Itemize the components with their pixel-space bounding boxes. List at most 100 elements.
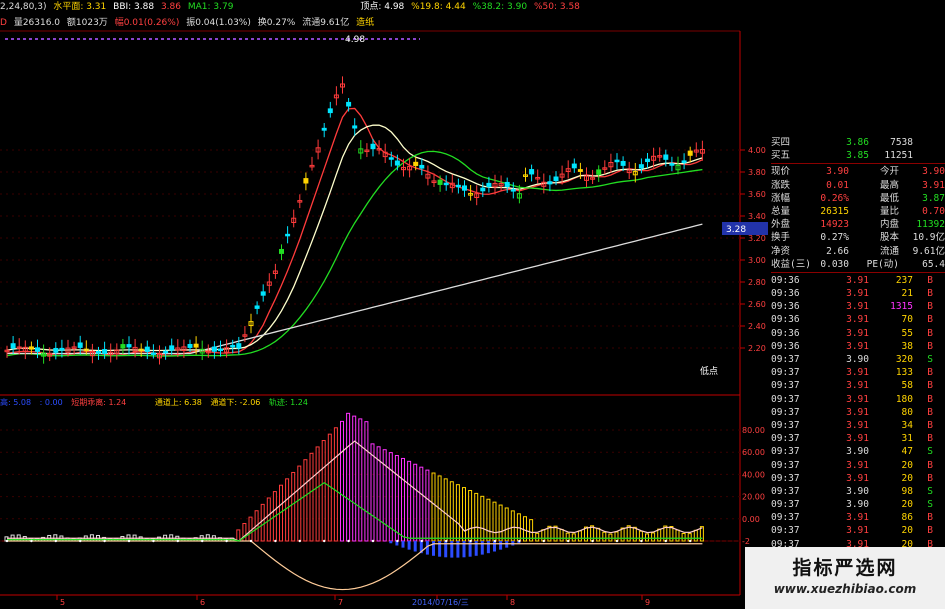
tick-price: 3.91 [846,288,869,300]
indicator-bar [596,527,601,542]
indicator-bar [431,472,436,542]
tick-time: 09:37 [771,446,800,458]
tick-side: B [927,472,933,484]
tick-price: 3.91 [846,525,869,537]
indicator-bar [693,529,698,542]
candle-body [150,352,156,355]
tick-price: 3.90 [846,354,869,365]
zero-dot [54,539,57,543]
tick-volume: 55 [901,327,913,339]
indicator-axis-label: 40.00 [742,470,765,479]
tick-side: S [927,485,933,497]
indicator-bar [486,498,491,542]
tick-row: 09:37 3.91 133 B [771,366,945,379]
stat-value: 26315 [820,205,849,217]
tick-side: S [927,499,933,511]
indicator-bar [614,531,619,542]
candle-body [303,178,309,184]
zero-dot [127,539,131,543]
zero-dot [103,539,106,543]
date-axis-label: 6 [200,598,205,607]
indicator-negative-bar [493,541,496,552]
tick-price: 3.90 [846,499,869,511]
candle-body [669,163,675,166]
candle-body [455,184,461,188]
tick-time: 09:36 [771,274,800,286]
tick-volume: 320 [895,354,913,365]
indicator-negative-bar [499,541,503,550]
price-axis-label: 2.60 [748,300,766,309]
zero-dot [347,539,350,543]
indicator-bar [651,532,656,542]
candle-body [486,182,492,188]
tick-price: 3.91 [846,472,869,484]
stat-row: 换手 0.27% 股本 10.9亿 [771,231,945,244]
indicator-bar [449,481,454,542]
stat-value: 9.61亿 [912,245,945,257]
candle-body [10,343,16,349]
candle-body [327,108,333,114]
tick-side: B [927,459,933,471]
track-line [7,481,703,542]
tick-row: 09:37 3.91 180 B [771,393,945,406]
tick-row: 09:37 3.91 20 B [771,524,945,537]
candle-body [59,347,65,351]
stat-value: 10.9亿 [912,232,945,244]
stat-row: 净资 2.66 流通 9.61亿 [771,245,945,258]
stat-row: 涨幅 0.26% 最低 3.87 [771,192,945,205]
candle-body [571,163,577,169]
tick-side: B [927,367,933,379]
zero-dot [493,539,497,543]
tick-time: 09:37 [771,354,800,365]
tick-volume: 237 [895,274,913,286]
tick-price: 3.91 [846,367,869,379]
stat-label: 量比 [879,205,899,217]
candle-body [443,182,449,186]
stat-label: PE(动) [866,258,899,270]
indicator-bar [535,532,540,542]
indicator-bar [315,446,320,542]
watermark: 指标严选网 www.xuezhibiao.com [745,547,945,609]
stat-row: 现价 3.90 今开 3.90 [771,165,945,178]
candle-body [687,150,693,156]
indicator-axis-label: 20.00 [742,493,765,502]
tick-row: 09:37 3.91 34 B [771,419,945,432]
tick-row: 09:36 3.91 55 B [771,327,945,340]
stat-label: 收益(三) [771,258,811,270]
tick-price: 3.91 [846,512,869,524]
indicator-bar [364,421,369,542]
indicator-bar [352,415,357,542]
indicator-negative-bar [407,541,411,550]
tick-row: 09:37 3.91 86 B [771,511,945,524]
stat-label: 外盘 [771,219,791,231]
candle-body [419,164,425,169]
indicator-bar [370,443,375,542]
indicator-bar [559,528,564,542]
indicator-bar [346,412,351,542]
candle-body [28,346,34,350]
candle-body [620,160,626,166]
price-axis-label: 3.40 [748,212,766,221]
indicator-bar [510,510,515,542]
zero-dot [274,539,277,543]
book-label: 买五 [771,150,791,162]
stat-value: 3.90 [922,166,945,178]
indicator-axis-label: 60.00 [742,448,765,457]
zero-dot [371,539,375,543]
date-axis-label: 9 [645,598,650,607]
indicator-bar [407,460,412,542]
price-axis-label: 3.20 [748,234,766,243]
candle-body [144,346,150,352]
zero-dot [396,539,399,543]
tick-price: 3.90 [846,446,869,458]
candle-body [577,169,583,172]
zero-dot [176,539,179,543]
candle-body [163,350,169,354]
book-price: 3.85 [846,150,869,162]
tick-volume: 20 [901,472,913,484]
tick-time: 09:36 [771,327,800,339]
indicator-bar [297,465,302,542]
candle-body [437,179,443,185]
indicator-bar [480,495,485,542]
tick-volume: 70 [901,314,913,326]
